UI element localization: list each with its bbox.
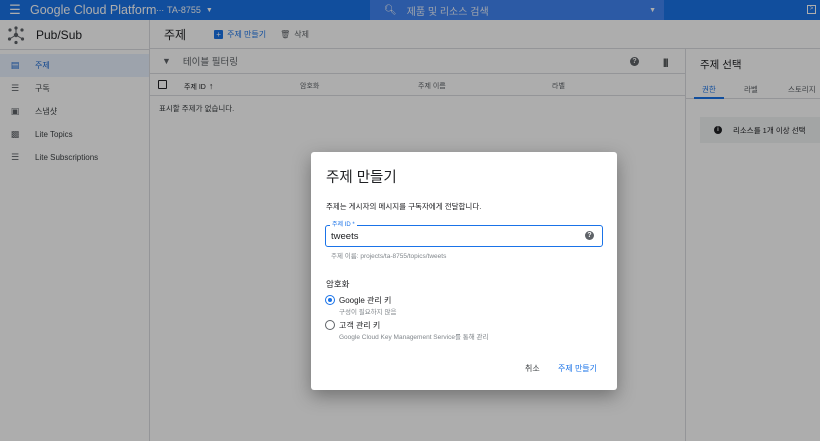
- google-managed-key-description: 구성이 필요하지 않음: [339, 309, 397, 316]
- customer-managed-key-radio[interactable]: [325, 320, 335, 330]
- cancel-button[interactable]: 취소: [525, 363, 540, 374]
- topic-name-hint: 주제 이름: projects/ta-8755/topics/tweets: [331, 253, 447, 260]
- encryption-heading: 암호화: [326, 279, 350, 289]
- dialog-description: 주제는 게시자의 메시지를 구독자에게 전달합니다.: [326, 202, 482, 211]
- topic-id-input[interactable]: [331, 230, 571, 242]
- dialog-title: 주제 만들기: [326, 170, 397, 186]
- customer-managed-key-label[interactable]: 고객 관리 키: [339, 320, 380, 331]
- help-icon[interactable]: ?: [585, 231, 594, 240]
- create-topic-submit-button[interactable]: 주제 만들기: [558, 363, 597, 374]
- google-managed-key-label[interactable]: Google 관리 키: [339, 295, 391, 306]
- topic-id-field[interactable]: 주제 ID * ?: [325, 221, 603, 247]
- google-managed-key-radio[interactable]: [325, 295, 335, 305]
- customer-managed-key-description: Google Cloud Key Management Service를 통해 …: [339, 334, 489, 341]
- topic-id-label: 주제 ID *: [330, 221, 357, 229]
- create-topic-dialog: 주제 만들기 주제는 게시자의 메시지를 구독자에게 전달합니다. 주제 ID …: [311, 152, 617, 390]
